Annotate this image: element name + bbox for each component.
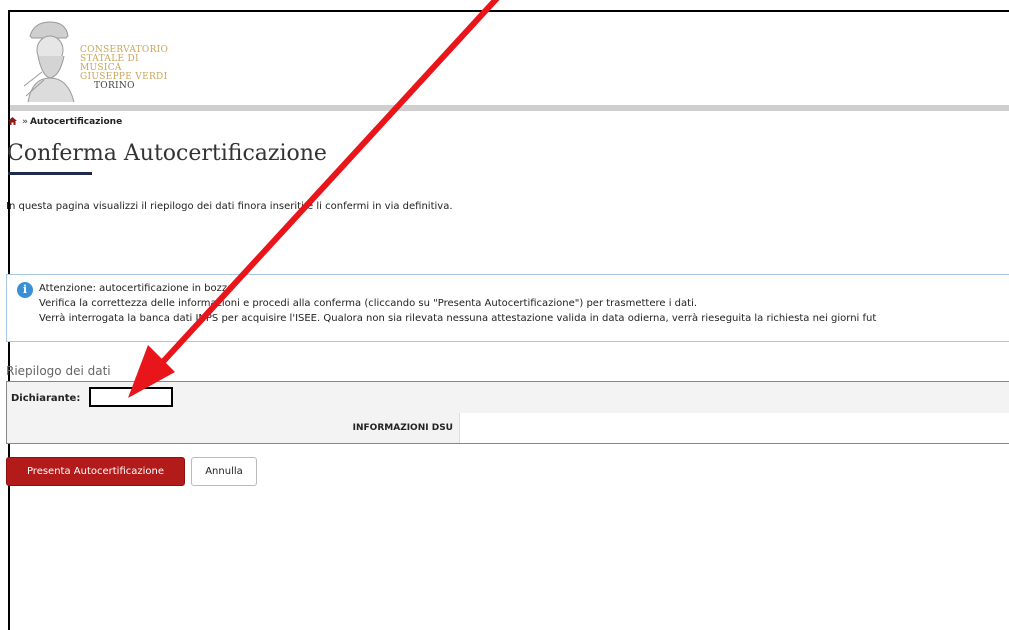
breadcrumb-current: Autocertificazione — [29, 117, 123, 127]
logo-line-4: TORINO — [94, 81, 135, 91]
title-underline — [8, 172, 92, 175]
alert-title: Attenzione: autocertificazione in bozza — [39, 283, 234, 294]
dsu-row: INFORMAZIONI DSU — [7, 413, 1009, 443]
alert-line-2: Verrà interrogata la banca dati INPS per… — [39, 313, 877, 324]
info-icon: i — [17, 282, 33, 298]
breadcrumb: » Autocertificazione — [8, 117, 122, 127]
summary-section-title: Riepilogo dei dati — [6, 364, 111, 378]
logo-line-2: STATALE DI MUSICA — [80, 54, 139, 73]
conservatory-logo[interactable]: CONSERVATORIO STATALE DI MUSICA GIUSEPPE… — [22, 16, 172, 104]
breadcrumb-separator: » — [22, 117, 28, 127]
declarant-value-redacted — [89, 387, 173, 407]
home-icon[interactable] — [8, 117, 20, 127]
declarant-row: Dichiarante: — [7, 382, 1009, 414]
submit-autocertification-button[interactable]: Presenta Autocertificazione — [6, 457, 185, 486]
page-title: Conferma Autocertificazione — [7, 141, 327, 166]
alert-line-1: Verifica la correttezza delle informazio… — [39, 298, 698, 309]
summary-table: Dichiarante: INFORMAZIONI DSU — [6, 381, 1009, 444]
cancel-button[interactable]: Annulla — [191, 457, 257, 486]
logo-text: CONSERVATORIO STATALE DI MUSICA GIUSEPPE… — [80, 46, 172, 91]
verdi-portrait-logo-icon — [23, 21, 75, 103]
intro-text: In questa pagina visualizzi il riepilogo… — [6, 201, 453, 212]
dsu-header-cell: INFORMAZIONI DSU — [7, 413, 460, 443]
header-divider — [10, 105, 1009, 111]
site-header: CONSERVATORIO STATALE DI MUSICA GIUSEPPE… — [10, 12, 1009, 107]
draft-alert: i Attenzione: autocertificazione in bozz… — [6, 274, 1009, 342]
dsu-header: INFORMAZIONI DSU — [352, 423, 453, 433]
declarant-label: Dichiarante: — [11, 393, 81, 404]
